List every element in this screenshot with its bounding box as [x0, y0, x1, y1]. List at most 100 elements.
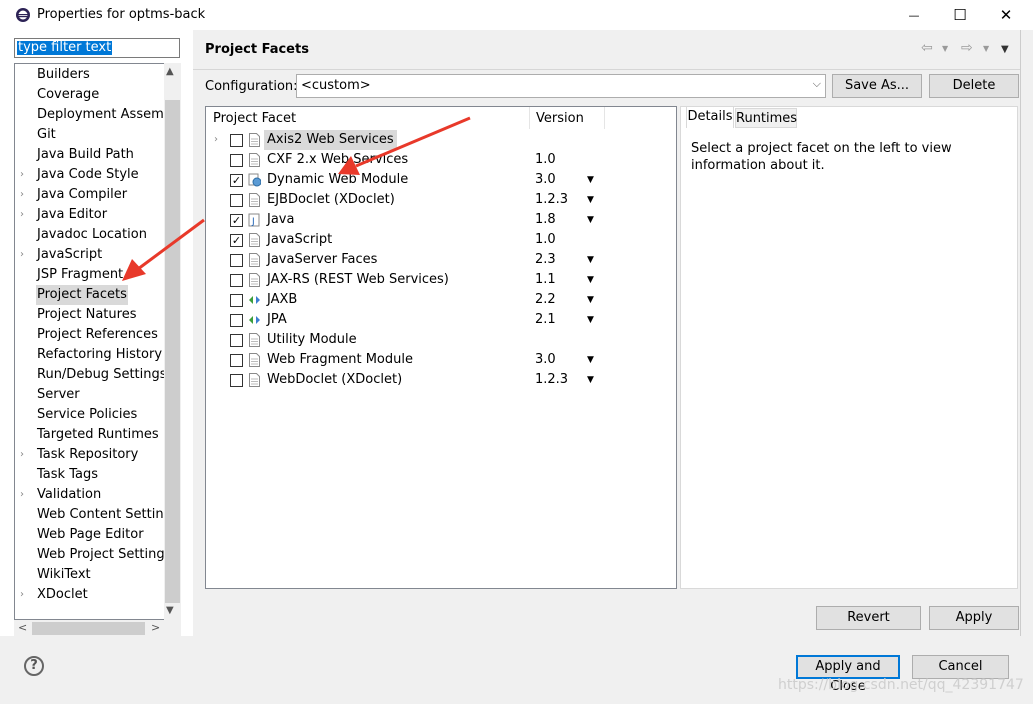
facet-row[interactable]: JavaServer Faces 2.3 ▼: [206, 250, 676, 270]
tree-item[interactable]: XDoclet: [36, 585, 89, 605]
expand-chevron-icon[interactable]: ›: [20, 245, 30, 265]
facet-row[interactable]: CXF 2.x Web Services 1.0: [206, 150, 676, 170]
tree-item[interactable]: Git: [36, 125, 57, 145]
tree-item[interactable]: Java Compiler: [36, 185, 128, 205]
close-button[interactable]: ✕: [983, 0, 1029, 30]
tree-item[interactable]: Coverage: [36, 85, 100, 105]
facet-checkbox[interactable]: ✓: [230, 234, 243, 247]
filter-input[interactable]: type filter text: [14, 38, 180, 58]
tree-item[interactable]: Java Editor: [36, 205, 108, 225]
facet-row[interactable]: ✓ Dynamic Web Module 3.0 ▼: [206, 170, 676, 190]
tree-item[interactable]: Web Content Settings: [36, 505, 180, 525]
scroll-down-icon[interactable]: ▼: [166, 605, 174, 616]
view-menu-icon[interactable]: ▼: [1001, 44, 1009, 55]
version-dropdown-icon[interactable]: ▼: [587, 350, 594, 370]
save-as-button[interactable]: Save As...: [832, 74, 922, 98]
version-dropdown-icon[interactable]: ▼: [587, 370, 594, 390]
tree-item[interactable]: JavaScript: [36, 245, 103, 265]
facet-checkbox[interactable]: [230, 294, 243, 307]
forward-menu-icon[interactable]: ▼: [983, 44, 989, 53]
version-dropdown-icon[interactable]: ▼: [587, 210, 594, 230]
tree-item[interactable]: Java Build Path: [36, 145, 135, 165]
tree-item[interactable]: Targeted Runtimes: [36, 425, 160, 445]
tree-item[interactable]: Web Project Settings: [36, 545, 172, 565]
scroll-right-icon[interactable]: >: [151, 621, 160, 634]
forward-arrow-icon[interactable]: ⇨: [961, 40, 973, 56]
revert-button[interactable]: Revert: [816, 606, 921, 630]
delete-button[interactable]: Delete: [929, 74, 1019, 98]
scroll-up-icon[interactable]: ▲: [166, 66, 174, 77]
column-header-version[interactable]: Version: [536, 111, 584, 126]
expand-chevron-icon[interactable]: ›: [20, 205, 30, 225]
tree-item[interactable]: Service Policies: [36, 405, 138, 425]
facet-row[interactable]: JPA 2.1 ▼: [206, 310, 676, 330]
facet-checkbox[interactable]: ✓: [230, 214, 243, 227]
tree-item[interactable]: Web Page Editor: [36, 525, 145, 545]
revert-label: Revert: [847, 610, 890, 625]
tree-item[interactable]: Project Natures: [36, 305, 137, 325]
tree-item[interactable]: Deployment Assembly: [36, 105, 180, 125]
cancel-button[interactable]: Cancel: [912, 655, 1009, 679]
version-dropdown-icon[interactable]: ▼: [587, 290, 594, 310]
facet-row[interactable]: Utility Module: [206, 330, 676, 350]
back-arrow-icon[interactable]: ⇦: [921, 40, 933, 56]
facet-checkbox[interactable]: [230, 334, 243, 347]
tree-item[interactable]: Java Code Style: [36, 165, 140, 185]
facet-page-icon: [249, 233, 260, 247]
apply-and-close-button[interactable]: Apply and Close: [796, 655, 900, 694]
maximize-button[interactable]: ☐: [937, 0, 983, 30]
facet-checkbox[interactable]: [230, 154, 243, 167]
facet-checkbox[interactable]: [230, 354, 243, 367]
tab-details[interactable]: Details: [686, 106, 734, 128]
version-dropdown-icon[interactable]: ▼: [587, 270, 594, 290]
expand-chevron-icon[interactable]: ›: [20, 185, 30, 205]
apply-button[interactable]: Apply: [929, 606, 1019, 630]
facet-row[interactable]: JAXB 2.2 ▼: [206, 290, 676, 310]
version-dropdown-icon[interactable]: ▼: [587, 190, 594, 210]
tree-item[interactable]: Task Repository: [36, 445, 139, 465]
facet-checkbox[interactable]: [230, 314, 243, 327]
facet-row[interactable]: ✓ JavaScript 1.0: [206, 230, 676, 250]
help-icon[interactable]: ?: [24, 656, 44, 676]
tree-item[interactable]: Builders: [36, 65, 91, 85]
scroll-left-icon[interactable]: <: [18, 621, 27, 634]
facet-row[interactable]: › Axis2 Web Services: [206, 130, 676, 150]
version-dropdown-icon[interactable]: ▼: [587, 310, 594, 330]
column-header-facet[interactable]: Project Facet: [213, 111, 296, 126]
tree-item[interactable]: Server: [36, 385, 81, 405]
facet-checkbox[interactable]: [230, 194, 243, 207]
tree-item[interactable]: Project Facets: [36, 285, 128, 305]
version-dropdown-icon[interactable]: ▼: [587, 170, 594, 190]
facet-checkbox[interactable]: [230, 254, 243, 267]
tab-runtimes[interactable]: Runtimes: [735, 108, 797, 128]
facet-row[interactable]: Web Fragment Module 3.0 ▼: [206, 350, 676, 370]
tree-item[interactable]: JSP Fragment: [36, 265, 124, 285]
facet-checkbox[interactable]: [230, 274, 243, 287]
tree-item[interactable]: WikiText: [36, 565, 92, 585]
facet-checkbox[interactable]: ✓: [230, 174, 243, 187]
expand-chevron-icon[interactable]: ›: [20, 585, 30, 605]
expand-chevron-icon[interactable]: ›: [20, 445, 30, 465]
expand-chevron-icon[interactable]: ›: [20, 485, 30, 505]
facet-row[interactable]: EJBDoclet (XDoclet) 1.2.3 ▼: [206, 190, 676, 210]
facet-checkbox[interactable]: [230, 134, 243, 147]
facet-row[interactable]: JAX-RS (REST Web Services) 1.1 ▼: [206, 270, 676, 290]
tree-item[interactable]: Refactoring History: [36, 345, 163, 365]
tree-item[interactable]: Validation: [36, 485, 102, 505]
tree-item[interactable]: Task Tags: [36, 465, 99, 485]
tree-item[interactable]: Run/Debug Settings: [36, 365, 168, 385]
tree-item[interactable]: Javadoc Location: [36, 225, 148, 245]
facet-row[interactable]: ✓ J Java 1.8 ▼: [206, 210, 676, 230]
minimize-button[interactable]: —: [891, 0, 937, 30]
filter-text: type filter text: [17, 40, 113, 55]
tree-vertical-scroll-thumb[interactable]: [165, 100, 180, 603]
configuration-select[interactable]: <custom> ⌵: [296, 74, 826, 98]
expand-chevron-icon[interactable]: ›: [214, 130, 218, 150]
facet-checkbox[interactable]: [230, 374, 243, 387]
tree-item[interactable]: Project References: [36, 325, 159, 345]
back-menu-icon[interactable]: ▼: [942, 44, 948, 53]
version-dropdown-icon[interactable]: ▼: [587, 250, 594, 270]
expand-chevron-icon[interactable]: ›: [20, 165, 30, 185]
facet-row[interactable]: WebDoclet (XDoclet) 1.2.3 ▼: [206, 370, 676, 390]
tree-horizontal-scroll-thumb[interactable]: [32, 622, 145, 635]
